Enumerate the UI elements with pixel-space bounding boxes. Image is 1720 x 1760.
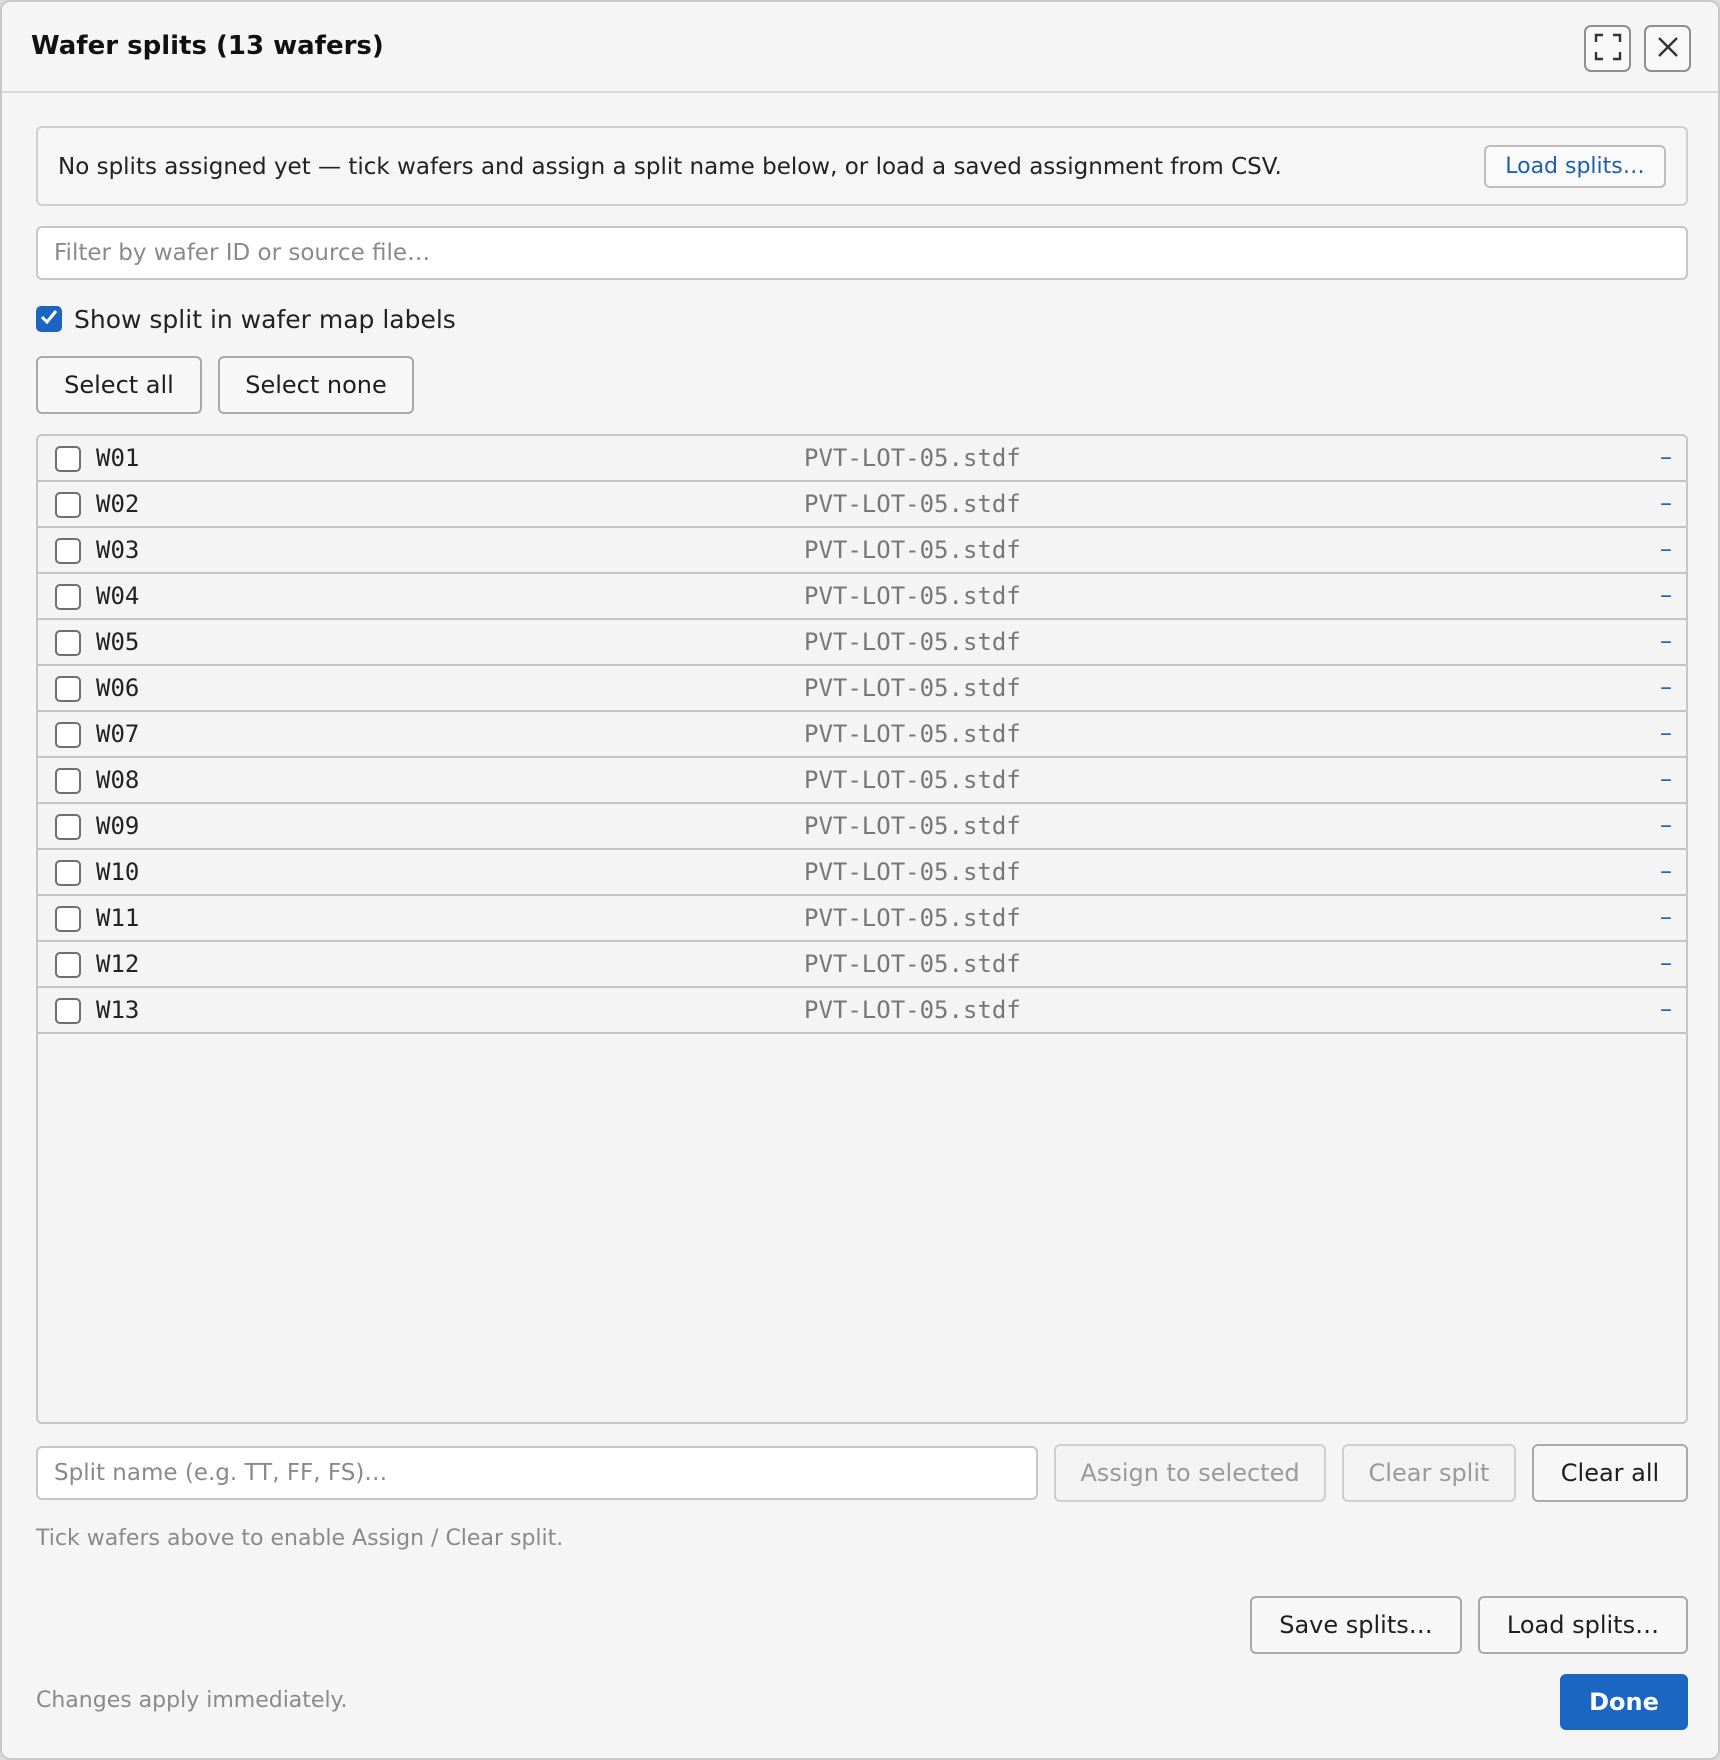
- wafer-list: W01 PVT-LOT-05.stdf – W02 PVT-LOT-05.stdf – W0…: [36, 434, 1688, 1424]
- wafer-row-checkbox[interactable]: [55, 538, 81, 564]
- wafer-source-file: PVT-LOT-05.stdf: [804, 582, 1021, 610]
- wafer-split-value: –: [1660, 535, 1672, 563]
- wafer-row[interactable]: W07 PVT-LOT-05.stdf –: [38, 712, 1686, 758]
- wafer-split-value: –: [1660, 903, 1672, 931]
- wafer-source-file: PVT-LOT-05.stdf: [804, 720, 1021, 748]
- wafer-row-checkbox[interactable]: [55, 814, 81, 840]
- done-button[interactable]: Done: [1560, 1674, 1688, 1730]
- checkmark-icon: [39, 307, 59, 331]
- wafer-split-value: –: [1660, 673, 1672, 701]
- show-split-label: Show split in wafer map labels: [74, 304, 456, 334]
- select-all-button[interactable]: Select all: [36, 356, 202, 414]
- wafer-source-file: PVT-LOT-05.stdf: [804, 674, 1021, 702]
- split-name-input[interactable]: [36, 1446, 1038, 1500]
- maximize-icon: [1594, 33, 1622, 65]
- wafer-row[interactable]: W03 PVT-LOT-05.stdf –: [38, 528, 1686, 574]
- footer-load-splits-button[interactable]: Load splits…: [1478, 1596, 1688, 1654]
- wafer-row[interactable]: W11 PVT-LOT-05.stdf –: [38, 896, 1686, 942]
- wafer-id: W05: [96, 628, 140, 656]
- wafer-split-value: –: [1660, 995, 1672, 1023]
- wafer-row-checkbox[interactable]: [55, 492, 81, 518]
- assign-hint: Tick wafers above to enable Assign / Cle…: [36, 1526, 564, 1551]
- wafer-row[interactable]: W01 PVT-LOT-05.stdf –: [38, 436, 1686, 482]
- wafer-split-value: –: [1660, 857, 1672, 885]
- banner-load-splits-button[interactable]: Load splits…: [1484, 145, 1666, 188]
- wafer-row[interactable]: W06 PVT-LOT-05.stdf –: [38, 666, 1686, 712]
- wafer-id: W03: [96, 536, 140, 564]
- wafer-source-file: PVT-LOT-05.stdf: [804, 858, 1021, 886]
- wafer-id: W11: [96, 904, 140, 932]
- wafer-source-file: PVT-LOT-05.stdf: [804, 628, 1021, 656]
- wafer-id: W10: [96, 858, 140, 886]
- wafer-row-checkbox[interactable]: [55, 446, 81, 472]
- wafer-split-value: –: [1660, 627, 1672, 655]
- wafer-row-checkbox[interactable]: [55, 630, 81, 656]
- wafer-id: W02: [96, 490, 140, 518]
- wafer-row[interactable]: W04 PVT-LOT-05.stdf –: [38, 574, 1686, 620]
- dialog-title: Wafer splits (13 wafers): [31, 31, 384, 61]
- wafer-row[interactable]: W09 PVT-LOT-05.stdf –: [38, 804, 1686, 850]
- wafer-splits-dialog: Wafer splits (13 wafers) No splits assig…: [0, 0, 1720, 1760]
- wafer-split-value: –: [1660, 765, 1672, 793]
- wafer-row-checkbox[interactable]: [55, 860, 81, 886]
- wafer-row[interactable]: W10 PVT-LOT-05.stdf –: [38, 850, 1686, 896]
- wafer-id: W08: [96, 766, 140, 794]
- close-button[interactable]: [1644, 25, 1691, 72]
- info-banner-text: No splits assigned yet — tick wafers and…: [58, 154, 1282, 180]
- wafer-row-checkbox[interactable]: [55, 952, 81, 978]
- wafer-row[interactable]: W12 PVT-LOT-05.stdf –: [38, 942, 1686, 988]
- wafer-filter-input[interactable]: [36, 226, 1688, 280]
- wafer-source-file: PVT-LOT-05.stdf: [804, 996, 1021, 1024]
- footer-note: Changes apply immediately.: [36, 1688, 348, 1713]
- wafer-split-value: –: [1660, 489, 1672, 517]
- info-banner: No splits assigned yet — tick wafers and…: [36, 126, 1688, 206]
- wafer-row-checkbox[interactable]: [55, 906, 81, 932]
- wafer-source-file: PVT-LOT-05.stdf: [804, 904, 1021, 932]
- wafer-id: W13: [96, 996, 140, 1024]
- wafer-split-value: –: [1660, 443, 1672, 471]
- wafer-row-checkbox[interactable]: [55, 768, 81, 794]
- show-split-checkbox[interactable]: [36, 306, 62, 332]
- wafer-id: W06: [96, 674, 140, 702]
- wafer-row[interactable]: W02 PVT-LOT-05.stdf –: [38, 482, 1686, 528]
- assign-to-selected-button[interactable]: Assign to selected: [1054, 1444, 1326, 1502]
- show-split-toggle[interactable]: Show split in wafer map labels: [36, 304, 456, 334]
- clear-split-button[interactable]: Clear split: [1342, 1444, 1516, 1502]
- wafer-row[interactable]: W13 PVT-LOT-05.stdf –: [38, 988, 1686, 1034]
- wafer-row[interactable]: W08 PVT-LOT-05.stdf –: [38, 758, 1686, 804]
- wafer-source-file: PVT-LOT-05.stdf: [804, 766, 1021, 794]
- wafer-row-checkbox[interactable]: [55, 584, 81, 610]
- maximize-button[interactable]: [1584, 25, 1631, 72]
- dialog-titlebar: Wafer splits (13 wafers): [2, 2, 1718, 93]
- wafer-row-checkbox[interactable]: [55, 676, 81, 702]
- close-icon: [1656, 35, 1680, 63]
- wafer-row-checkbox[interactable]: [55, 998, 81, 1024]
- wafer-source-file: PVT-LOT-05.stdf: [804, 950, 1021, 978]
- wafer-id: W01: [96, 444, 140, 472]
- wafer-source-file: PVT-LOT-05.stdf: [804, 812, 1021, 840]
- wafer-id: W09: [96, 812, 140, 840]
- wafer-split-value: –: [1660, 949, 1672, 977]
- wafer-row[interactable]: W05 PVT-LOT-05.stdf –: [38, 620, 1686, 666]
- wafer-row-checkbox[interactable]: [55, 722, 81, 748]
- wafer-split-value: –: [1660, 719, 1672, 747]
- wafer-source-file: PVT-LOT-05.stdf: [804, 490, 1021, 518]
- wafer-split-value: –: [1660, 811, 1672, 839]
- wafer-id: W04: [96, 582, 140, 610]
- select-none-button[interactable]: Select none: [218, 356, 414, 414]
- wafer-id: W07: [96, 720, 140, 748]
- clear-all-button[interactable]: Clear all: [1532, 1444, 1688, 1502]
- save-splits-button[interactable]: Save splits…: [1250, 1596, 1462, 1654]
- wafer-source-file: PVT-LOT-05.stdf: [804, 444, 1021, 472]
- wafer-source-file: PVT-LOT-05.stdf: [804, 536, 1021, 564]
- wafer-split-value: –: [1660, 581, 1672, 609]
- wafer-id: W12: [96, 950, 140, 978]
